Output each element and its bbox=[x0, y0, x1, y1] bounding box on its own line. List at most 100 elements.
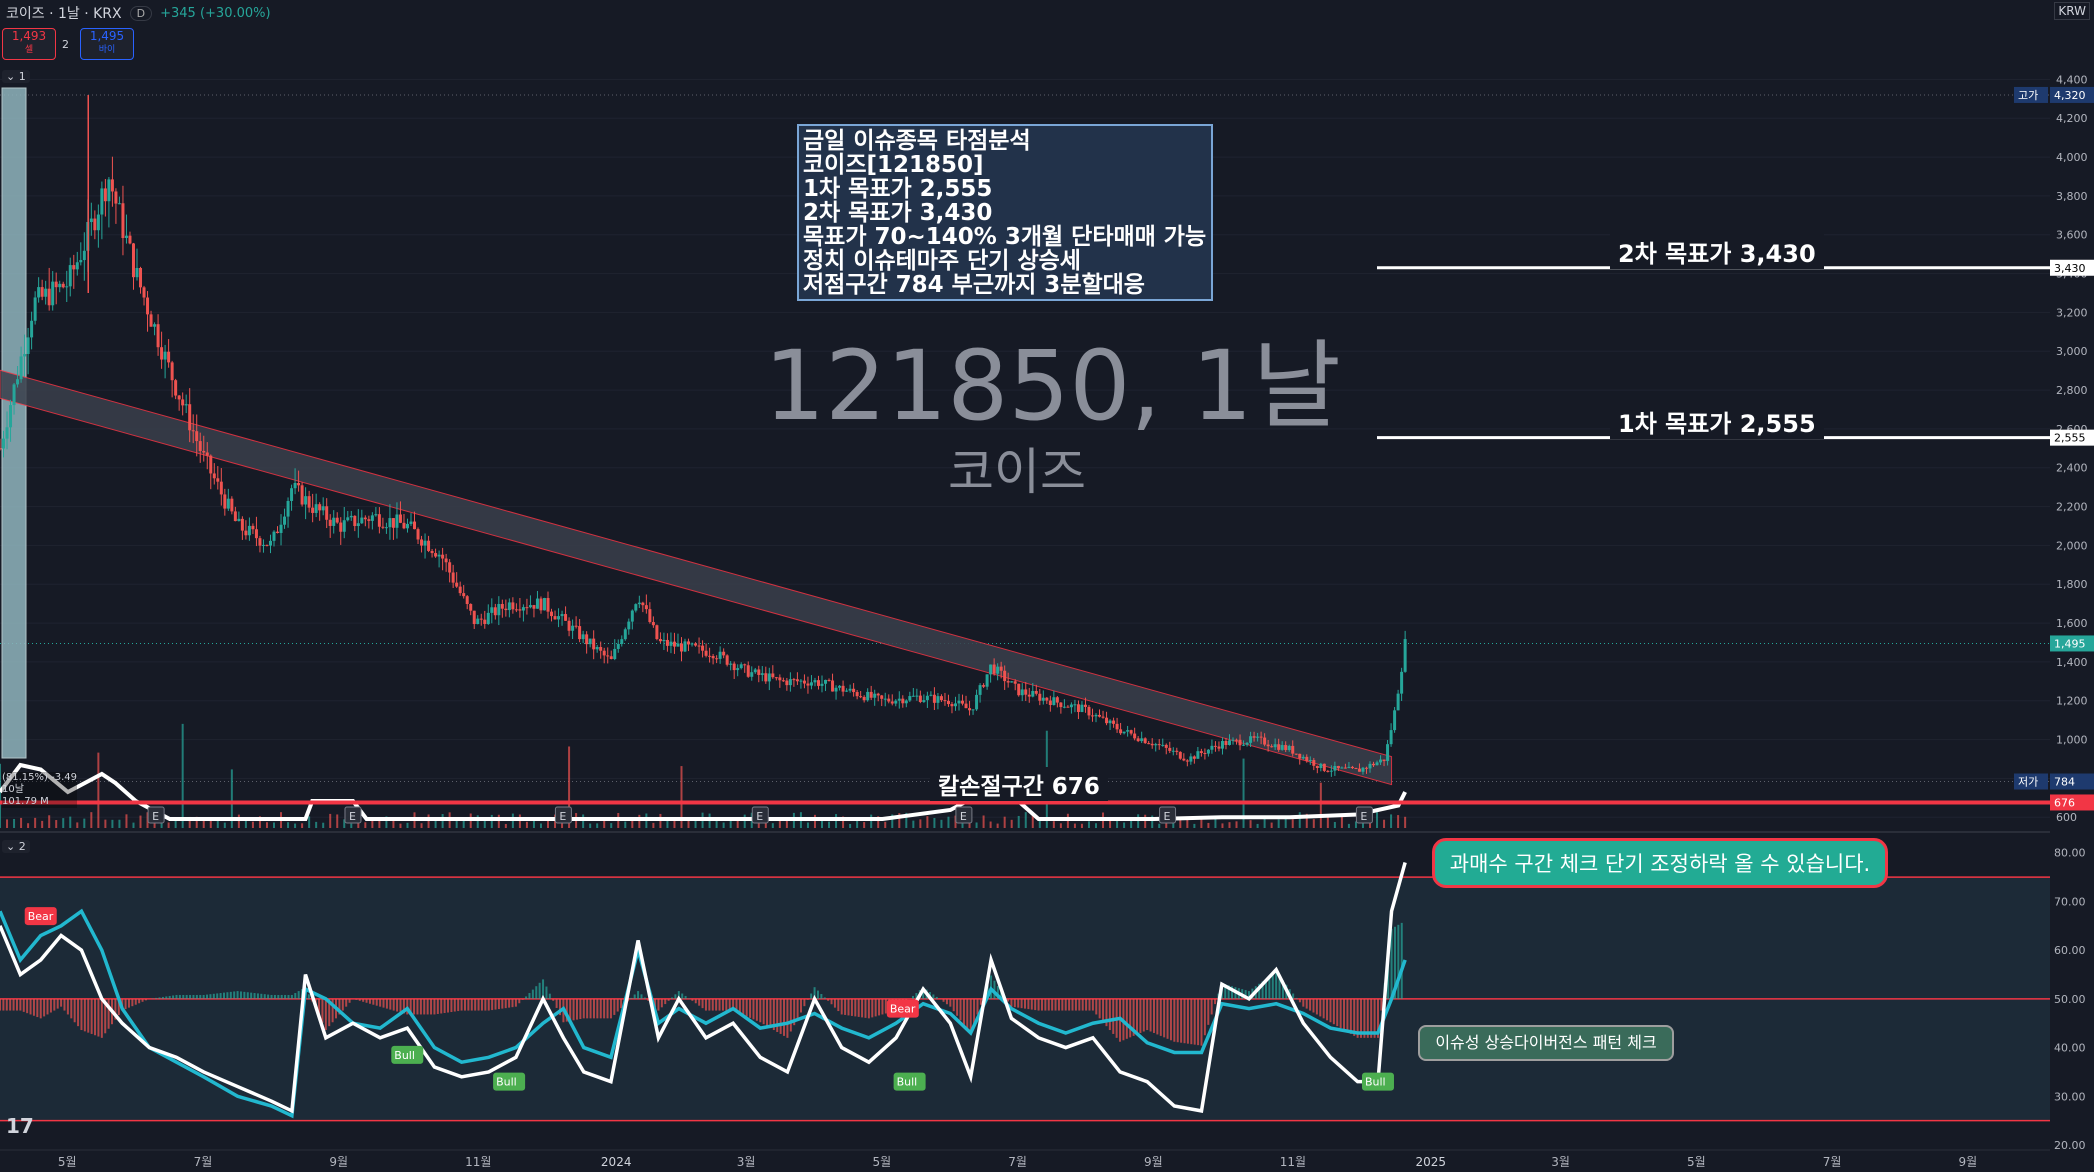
candle-body bbox=[560, 614, 564, 617]
histogram-bar bbox=[783, 998, 786, 1036]
histogram-bar bbox=[100, 998, 103, 1038]
volume-bar bbox=[1235, 821, 1238, 828]
oscillator-axis-label: 80.00 bbox=[2054, 847, 2086, 860]
tradingview-logo[interactable]: 17 bbox=[6, 1114, 34, 1138]
candle-body bbox=[606, 655, 610, 657]
volume-bar bbox=[83, 818, 86, 828]
histogram-bar bbox=[518, 998, 521, 1004]
candle-body bbox=[760, 673, 764, 675]
histogram-bar bbox=[776, 998, 779, 1032]
histogram-bar bbox=[239, 991, 242, 999]
volume-bar bbox=[968, 823, 971, 828]
candle-body bbox=[5, 427, 9, 439]
candle-body bbox=[93, 218, 97, 231]
histogram-bar bbox=[138, 998, 141, 1004]
volume-bar bbox=[490, 814, 493, 828]
histogram-bar bbox=[630, 997, 633, 999]
candle-body bbox=[985, 674, 989, 687]
histogram-bar bbox=[745, 998, 748, 1017]
volume-bar bbox=[97, 752, 100, 828]
histogram-bar bbox=[97, 998, 100, 1037]
candle-body bbox=[528, 605, 532, 608]
candle-body bbox=[925, 695, 929, 701]
histogram-bar bbox=[368, 998, 371, 1004]
volume-bar bbox=[1109, 820, 1112, 828]
candle-body bbox=[1048, 700, 1052, 706]
candle-body bbox=[852, 688, 856, 693]
volume-bar bbox=[216, 820, 219, 828]
candle-body bbox=[79, 260, 83, 263]
histogram-bar bbox=[864, 998, 867, 1018]
candle-body bbox=[845, 690, 849, 692]
candle-body bbox=[1270, 746, 1274, 748]
buy-button[interactable]: 1,495 바이 bbox=[80, 28, 134, 60]
histogram-bar bbox=[29, 998, 32, 1015]
symbol-title[interactable]: 코이즈 · 1날 · KRX bbox=[6, 3, 122, 23]
candle-body bbox=[360, 517, 364, 524]
histogram-bar bbox=[1346, 998, 1349, 1032]
price-tag-value: 1,495 bbox=[2054, 637, 2086, 650]
histogram-bar bbox=[1088, 998, 1091, 1011]
candle-body bbox=[592, 638, 596, 650]
candle-body bbox=[58, 283, 62, 288]
candle-body bbox=[1098, 714, 1102, 717]
time-axis-label: 5월 bbox=[58, 1155, 77, 1169]
candle-body bbox=[212, 473, 216, 479]
histogram-bar bbox=[525, 996, 528, 999]
price-axis-label: 4,400 bbox=[2056, 73, 2088, 86]
candle-body bbox=[205, 452, 209, 456]
histogram-bar bbox=[1142, 998, 1145, 1032]
histogram-bar bbox=[657, 998, 660, 1011]
pane2-toggle[interactable]: ⌄ 2 bbox=[2, 840, 30, 853]
candle-body bbox=[936, 696, 940, 703]
analysis-text-box[interactable]: 금일 이슈종목 타점분석 코이즈[121850] 1차 목표가 2,555 2차… bbox=[797, 124, 1213, 301]
candle-body bbox=[694, 643, 698, 646]
histogram-bar bbox=[1397, 924, 1400, 999]
histogram-bar bbox=[223, 992, 226, 999]
currency-selector[interactable]: KRW bbox=[2054, 2, 2090, 20]
volume-bar bbox=[525, 821, 528, 828]
candle-body bbox=[124, 235, 128, 239]
stop-loss-label[interactable]: 칼손절구간 676 bbox=[930, 767, 1108, 801]
histogram-bar bbox=[83, 998, 86, 1032]
volume-bar bbox=[329, 813, 332, 828]
volume-bar bbox=[849, 823, 852, 828]
volume-bar bbox=[919, 819, 922, 828]
candle-body bbox=[862, 696, 866, 701]
candle-body bbox=[261, 544, 265, 546]
histogram-bar bbox=[39, 998, 42, 1019]
target2-label[interactable]: 2차 목표가 3,430 bbox=[1610, 234, 1824, 269]
volume-bar bbox=[315, 821, 318, 828]
histogram-bar bbox=[1098, 998, 1101, 1019]
divergence-callout[interactable]: 이슈성 상승다이버전스 패턴 체크 bbox=[1418, 1025, 1674, 1061]
histogram-bar bbox=[19, 998, 22, 1011]
target1-label[interactable]: 1차 목표가 2,555 bbox=[1610, 404, 1824, 439]
volume-bar bbox=[835, 814, 838, 828]
histogram-bar bbox=[94, 998, 97, 1036]
histogram-bar bbox=[613, 998, 616, 1015]
histogram-bar bbox=[979, 998, 982, 1005]
volume-bar bbox=[863, 822, 866, 828]
earnings-marker-label: E bbox=[756, 810, 763, 823]
histogram-bar bbox=[1146, 998, 1149, 1031]
histogram-bar bbox=[637, 991, 640, 999]
candle-body bbox=[1038, 693, 1042, 701]
candle-body bbox=[1045, 697, 1049, 701]
histogram-bar bbox=[256, 993, 259, 999]
candle-body bbox=[1115, 723, 1119, 730]
histogram-bar bbox=[1034, 998, 1037, 1011]
histogram-bar bbox=[762, 998, 765, 1025]
pane1-toggle[interactable]: ⌄ 1 bbox=[2, 70, 30, 83]
histogram-bar bbox=[463, 998, 466, 1011]
symbol-header[interactable]: 코이즈 · 1날 · KRX D +345 (+30.00%) bbox=[6, 3, 271, 23]
candle-body bbox=[1368, 763, 1372, 769]
price-tag-name: 저가 bbox=[2018, 776, 2038, 789]
histogram-bar bbox=[284, 994, 287, 999]
sell-button[interactable]: 1,493 셀 bbox=[2, 28, 56, 60]
histogram-bar bbox=[165, 996, 168, 999]
overbought-callout[interactable]: 과매수 구간 체크 단기 조정하락 올 수 있습니다. bbox=[1432, 838, 1888, 888]
price-axis-label: 1,200 bbox=[2056, 695, 2088, 708]
candle-body bbox=[1154, 744, 1158, 746]
price-change: +345 (+30.00%) bbox=[160, 5, 271, 21]
candle-body bbox=[869, 691, 873, 698]
